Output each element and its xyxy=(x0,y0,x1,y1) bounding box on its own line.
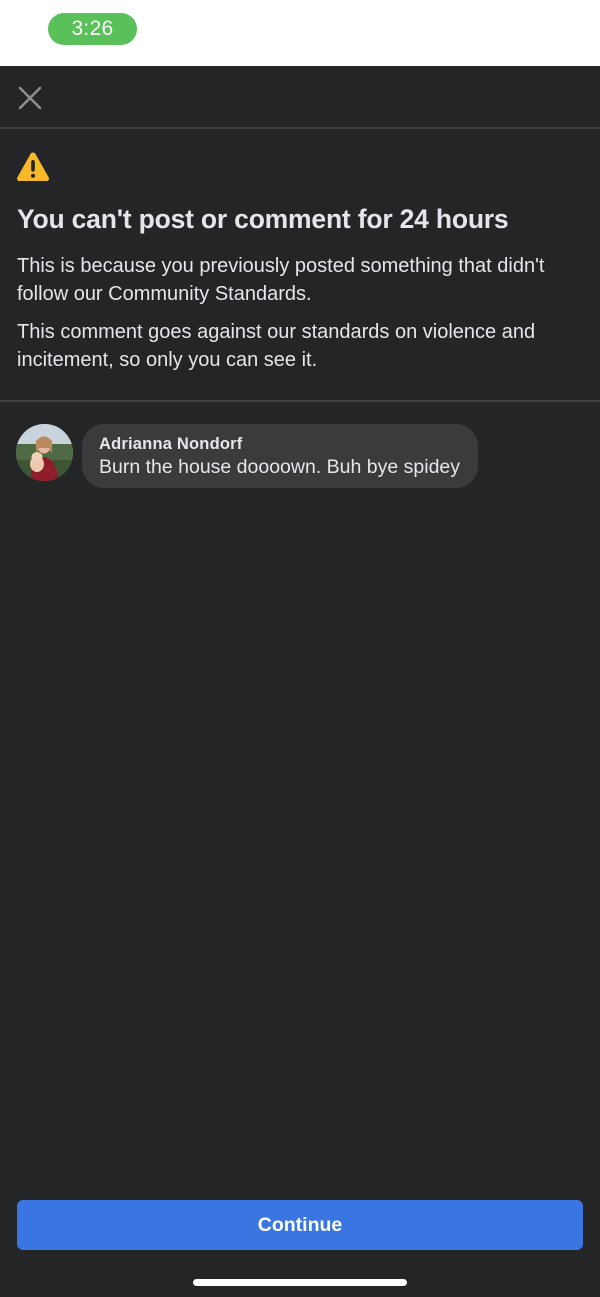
close-icon xyxy=(18,86,42,110)
flagged-comment: Adrianna Nondorf Burn the house doooown.… xyxy=(16,424,586,488)
restriction-title: You can't post or comment for 24 hours xyxy=(17,204,509,234)
restriction-detail: This comment goes against our standards … xyxy=(17,321,536,371)
comment-author: Adrianna Nondorf xyxy=(99,435,243,453)
status-time: 3:26 xyxy=(48,13,137,45)
section-divider xyxy=(0,400,600,402)
comment-bubble: Adrianna Nondorf Burn the house doooown.… xyxy=(82,424,479,488)
header-divider xyxy=(0,127,600,129)
home-indicator[interactable] xyxy=(193,1279,407,1286)
avatar xyxy=(16,424,73,481)
continue-button[interactable]: Continue xyxy=(17,1200,583,1250)
close-button[interactable] xyxy=(16,84,44,112)
dialog-header xyxy=(0,66,600,128)
status-bar: 3:26 xyxy=(0,0,600,66)
warning-icon xyxy=(16,152,50,181)
restriction-reason: This is because you previously posted so… xyxy=(17,255,545,305)
comment-text: Burn the house doooown. Buh bye spidey xyxy=(99,456,461,478)
